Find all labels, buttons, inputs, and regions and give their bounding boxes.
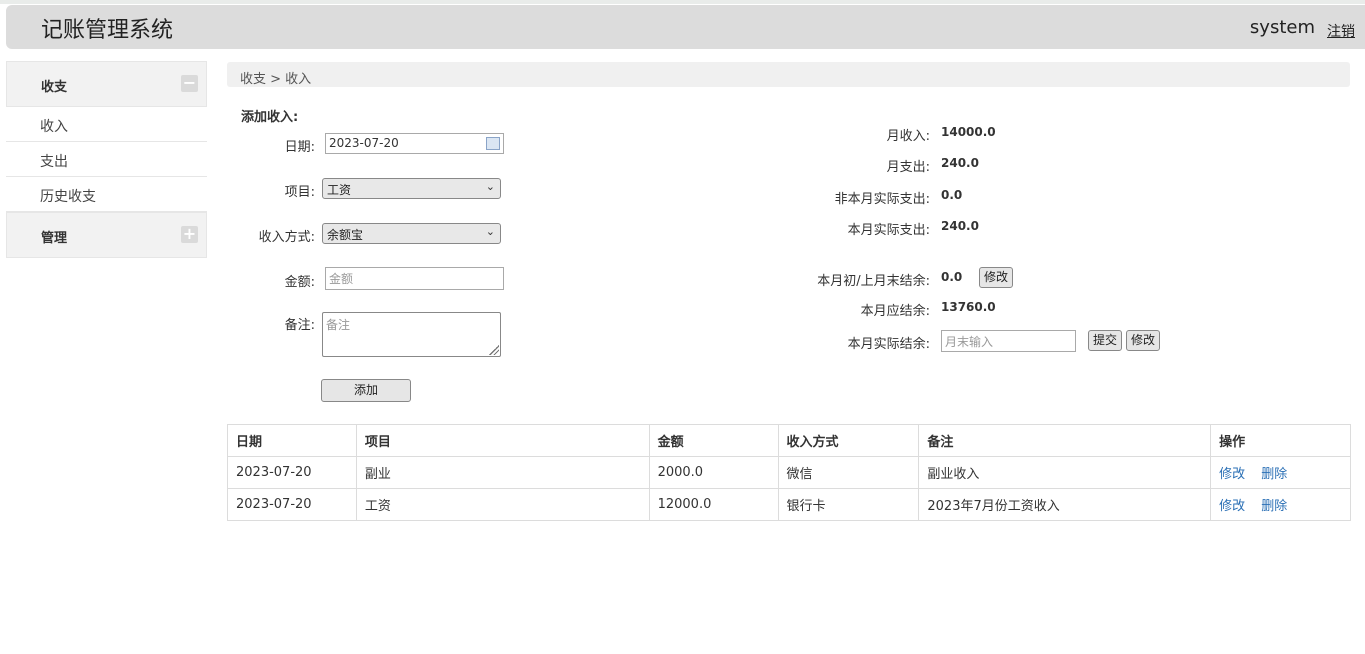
column-header-method: 收入方式 bbox=[777, 424, 920, 457]
user-name: system bbox=[1249, 17, 1315, 38]
sidebar-item-label: 支出 bbox=[40, 154, 68, 170]
non-month-expense-value: 0.0 bbox=[941, 188, 963, 202]
sidebar-group-label: 管理 bbox=[41, 231, 68, 246]
table-row: 2023-07-20 副业 2000.0 微信 副业收入 修改 删除 bbox=[227, 456, 1351, 489]
monthly-income-value: 14000.0 bbox=[941, 125, 996, 139]
monthly-expense-value: 240.0 bbox=[941, 156, 979, 170]
monthly-expense-label: 月支出: bbox=[886, 160, 930, 175]
edit-link[interactable]: 修改 bbox=[1219, 499, 1245, 514]
amount-label: 金额: bbox=[284, 275, 315, 290]
modify-opening-balance-button[interactable]: 修改 bbox=[979, 267, 1013, 288]
method-label: 收入方式: bbox=[258, 230, 315, 245]
monthly-income-label: 月收入: bbox=[886, 129, 930, 144]
cell-actions: 修改 删除 bbox=[1210, 488, 1351, 521]
item-select[interactable]: 工资 ⌄ bbox=[322, 178, 501, 199]
column-header-actions: 操作 bbox=[1210, 424, 1351, 457]
column-header-amount: 金额 bbox=[648, 424, 779, 457]
income-table: 日期 项目 金额 收入方式 备注 操作 2023-07-20 副业 2000.0… bbox=[227, 424, 1351, 521]
sidebar-group-manage[interactable]: 管理 + bbox=[6, 212, 207, 258]
modify-balance-button[interactable]: 修改 bbox=[1126, 330, 1160, 351]
sidebar-item-history[interactable]: 历史收支 bbox=[6, 177, 207, 212]
item-select-value: 工资 bbox=[327, 183, 352, 197]
note-label: 备注: bbox=[284, 318, 315, 333]
resize-handle-icon[interactable] bbox=[489, 345, 499, 355]
sidebar: 收支 − 收入 支出 历史收支 管理 + bbox=[6, 61, 207, 258]
cell-method: 银行卡 bbox=[777, 488, 920, 521]
table-header-row: 日期 项目 金额 收入方式 备注 操作 bbox=[227, 424, 1351, 457]
chevron-down-icon: ⌄ bbox=[485, 180, 495, 193]
actual-balance-input[interactable]: 月末输入 bbox=[941, 330, 1076, 352]
top-strip bbox=[0, 0, 1365, 4]
cell-amount: 12000.0 bbox=[648, 488, 779, 521]
breadcrumb: 收支 > 收入 bbox=[227, 62, 1350, 87]
amount-input[interactable]: 金额 bbox=[325, 267, 504, 290]
cell-date: 2023-07-20 bbox=[227, 488, 357, 521]
expected-balance-value: 13760.0 bbox=[941, 300, 996, 314]
non-month-expense-label: 非本月实际支出: bbox=[834, 192, 930, 207]
column-header-date: 日期 bbox=[227, 424, 357, 457]
note-placeholder: 备注 bbox=[326, 318, 351, 332]
month-actual-expense-value: 240.0 bbox=[941, 219, 979, 233]
cell-note: 副业收入 bbox=[918, 456, 1212, 489]
date-label: 日期: bbox=[284, 140, 315, 155]
form-title: 添加收入: bbox=[241, 110, 299, 125]
date-value: 2023-07-20 bbox=[329, 136, 399, 150]
add-button[interactable]: 添加 bbox=[321, 379, 411, 402]
calendar-icon[interactable] bbox=[486, 137, 500, 150]
date-input[interactable]: 2023-07-20 bbox=[325, 133, 504, 154]
expand-icon[interactable]: + bbox=[181, 226, 198, 243]
delete-link[interactable]: 删除 bbox=[1261, 499, 1287, 514]
app-header: 记账管理系统 system 注销 bbox=[6, 5, 1365, 49]
cell-item: 副业 bbox=[355, 456, 650, 489]
collapse-icon[interactable]: − bbox=[181, 75, 198, 92]
actual-balance-label: 本月实际结余: bbox=[847, 337, 930, 352]
cell-method: 微信 bbox=[777, 456, 920, 489]
method-select-value: 余额宝 bbox=[327, 228, 364, 242]
item-label: 项目: bbox=[284, 185, 315, 200]
method-select[interactable]: 余额宝 ⌄ bbox=[322, 223, 501, 244]
cell-note: 2023年7月份工资收入 bbox=[918, 488, 1212, 521]
table-row: 2023-07-20 工资 12000.0 银行卡 2023年7月份工资收入 修… bbox=[227, 488, 1351, 521]
expected-balance-label: 本月应结余: bbox=[860, 304, 930, 319]
logout-link[interactable]: 注销 bbox=[1327, 21, 1355, 41]
column-header-note: 备注 bbox=[918, 424, 1212, 457]
opening-balance-value: 0.0 bbox=[941, 270, 963, 284]
app-title: 记账管理系统 bbox=[41, 18, 174, 43]
breadcrumb-text: 收支 > 收入 bbox=[240, 72, 312, 87]
sidebar-item-label: 收入 bbox=[40, 119, 68, 135]
cell-item: 工资 bbox=[355, 488, 650, 521]
cell-amount: 2000.0 bbox=[648, 456, 779, 489]
sidebar-group-income-expense[interactable]: 收支 − bbox=[6, 61, 207, 107]
month-actual-expense-label: 本月实际支出: bbox=[847, 223, 930, 238]
submit-balance-button[interactable]: 提交 bbox=[1088, 330, 1122, 351]
cell-date: 2023-07-20 bbox=[227, 456, 357, 489]
sidebar-group-label: 收支 bbox=[41, 80, 68, 95]
note-textarea[interactable]: 备注 bbox=[322, 312, 501, 357]
sidebar-item-income[interactable]: 收入 bbox=[6, 107, 207, 142]
edit-link[interactable]: 修改 bbox=[1219, 467, 1245, 482]
sidebar-item-expense[interactable]: 支出 bbox=[6, 142, 207, 177]
chevron-down-icon: ⌄ bbox=[485, 225, 495, 238]
delete-link[interactable]: 删除 bbox=[1261, 467, 1287, 482]
sidebar-item-label: 历史收支 bbox=[40, 189, 96, 205]
cell-actions: 修改 删除 bbox=[1210, 456, 1351, 489]
column-header-item: 项目 bbox=[355, 424, 650, 457]
opening-balance-label: 本月初/上月末结余: bbox=[817, 274, 930, 289]
